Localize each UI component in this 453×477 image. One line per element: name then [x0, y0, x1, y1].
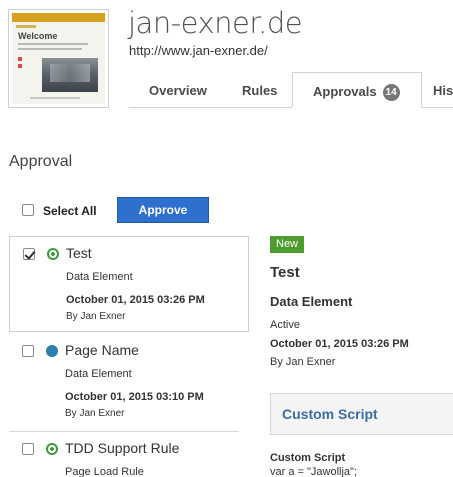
plus-circle-icon — [47, 248, 59, 260]
list-item[interactable]: Page Name Data Element October 01, 2015 … — [9, 334, 249, 430]
tab-history[interactable]: Hist — [433, 83, 453, 98]
custom-script-panel[interactable]: Custom Script — [270, 393, 453, 435]
approvals-count-badge: 14 — [382, 84, 400, 101]
detail-author: By Jan Exner — [270, 356, 336, 368]
item-name: Test — [66, 245, 92, 261]
plus-circle-icon — [46, 443, 58, 455]
tab-overview[interactable]: Overview — [149, 83, 207, 98]
item-type: Page Load Rule — [65, 466, 144, 477]
item-checkbox[interactable] — [23, 248, 35, 260]
select-all-label: Select All — [43, 204, 97, 218]
thumbnail-preview: Welcome — [12, 13, 105, 104]
list-item[interactable]: Test Data Element October 01, 2015 03:26… — [9, 236, 249, 332]
tab-bar: Overview Rules Approvals 14 Hist — [129, 72, 453, 108]
approve-button[interactable]: Approve — [117, 197, 209, 223]
select-all-checkbox[interactable] — [22, 204, 34, 216]
custom-script-panel-title: Custom Script — [282, 406, 378, 422]
detail-type: Data Element — [270, 294, 353, 309]
list-item[interactable]: TDD Support Rule Page Load Rule — [9, 432, 249, 477]
item-date: October 01, 2015 03:10 PM — [65, 391, 204, 403]
tab-rules[interactable]: Rules — [242, 83, 277, 98]
item-checkbox[interactable] — [22, 345, 34, 357]
section-title: Approval — [9, 153, 73, 170]
item-type: Data Element — [66, 271, 133, 283]
item-checkbox[interactable] — [22, 443, 34, 455]
thumbnail-photo — [42, 58, 98, 92]
detail-status: Active — [270, 319, 300, 331]
status-badge: New — [270, 236, 305, 253]
tab-approvals[interactable]: Approvals 14 — [292, 72, 422, 108]
script-code: var a = "Jawollja"; — [270, 466, 357, 477]
property-thumbnail: Welcome — [8, 9, 109, 108]
script-label: Custom Script — [270, 452, 346, 464]
item-author: By Jan Exner — [66, 311, 126, 322]
detail-name: Test — [270, 264, 300, 281]
page-title: jan-exner.de — [128, 6, 303, 40]
item-name: Page Name — [65, 342, 139, 358]
item-type: Data Element — [65, 368, 132, 380]
detail-date: October 01, 2015 03:26 PM — [270, 338, 409, 350]
dot-icon — [46, 345, 58, 357]
item-name: TDD Support Rule — [65, 440, 180, 456]
site-url: http://www.jan-exner.de/ — [129, 43, 268, 58]
thumbnail-heading: Welcome — [18, 31, 58, 41]
tab-approvals-label: Approvals — [313, 84, 377, 99]
item-author: By Jan Exner — [65, 408, 125, 419]
item-date: October 01, 2015 03:26 PM — [66, 294, 205, 306]
